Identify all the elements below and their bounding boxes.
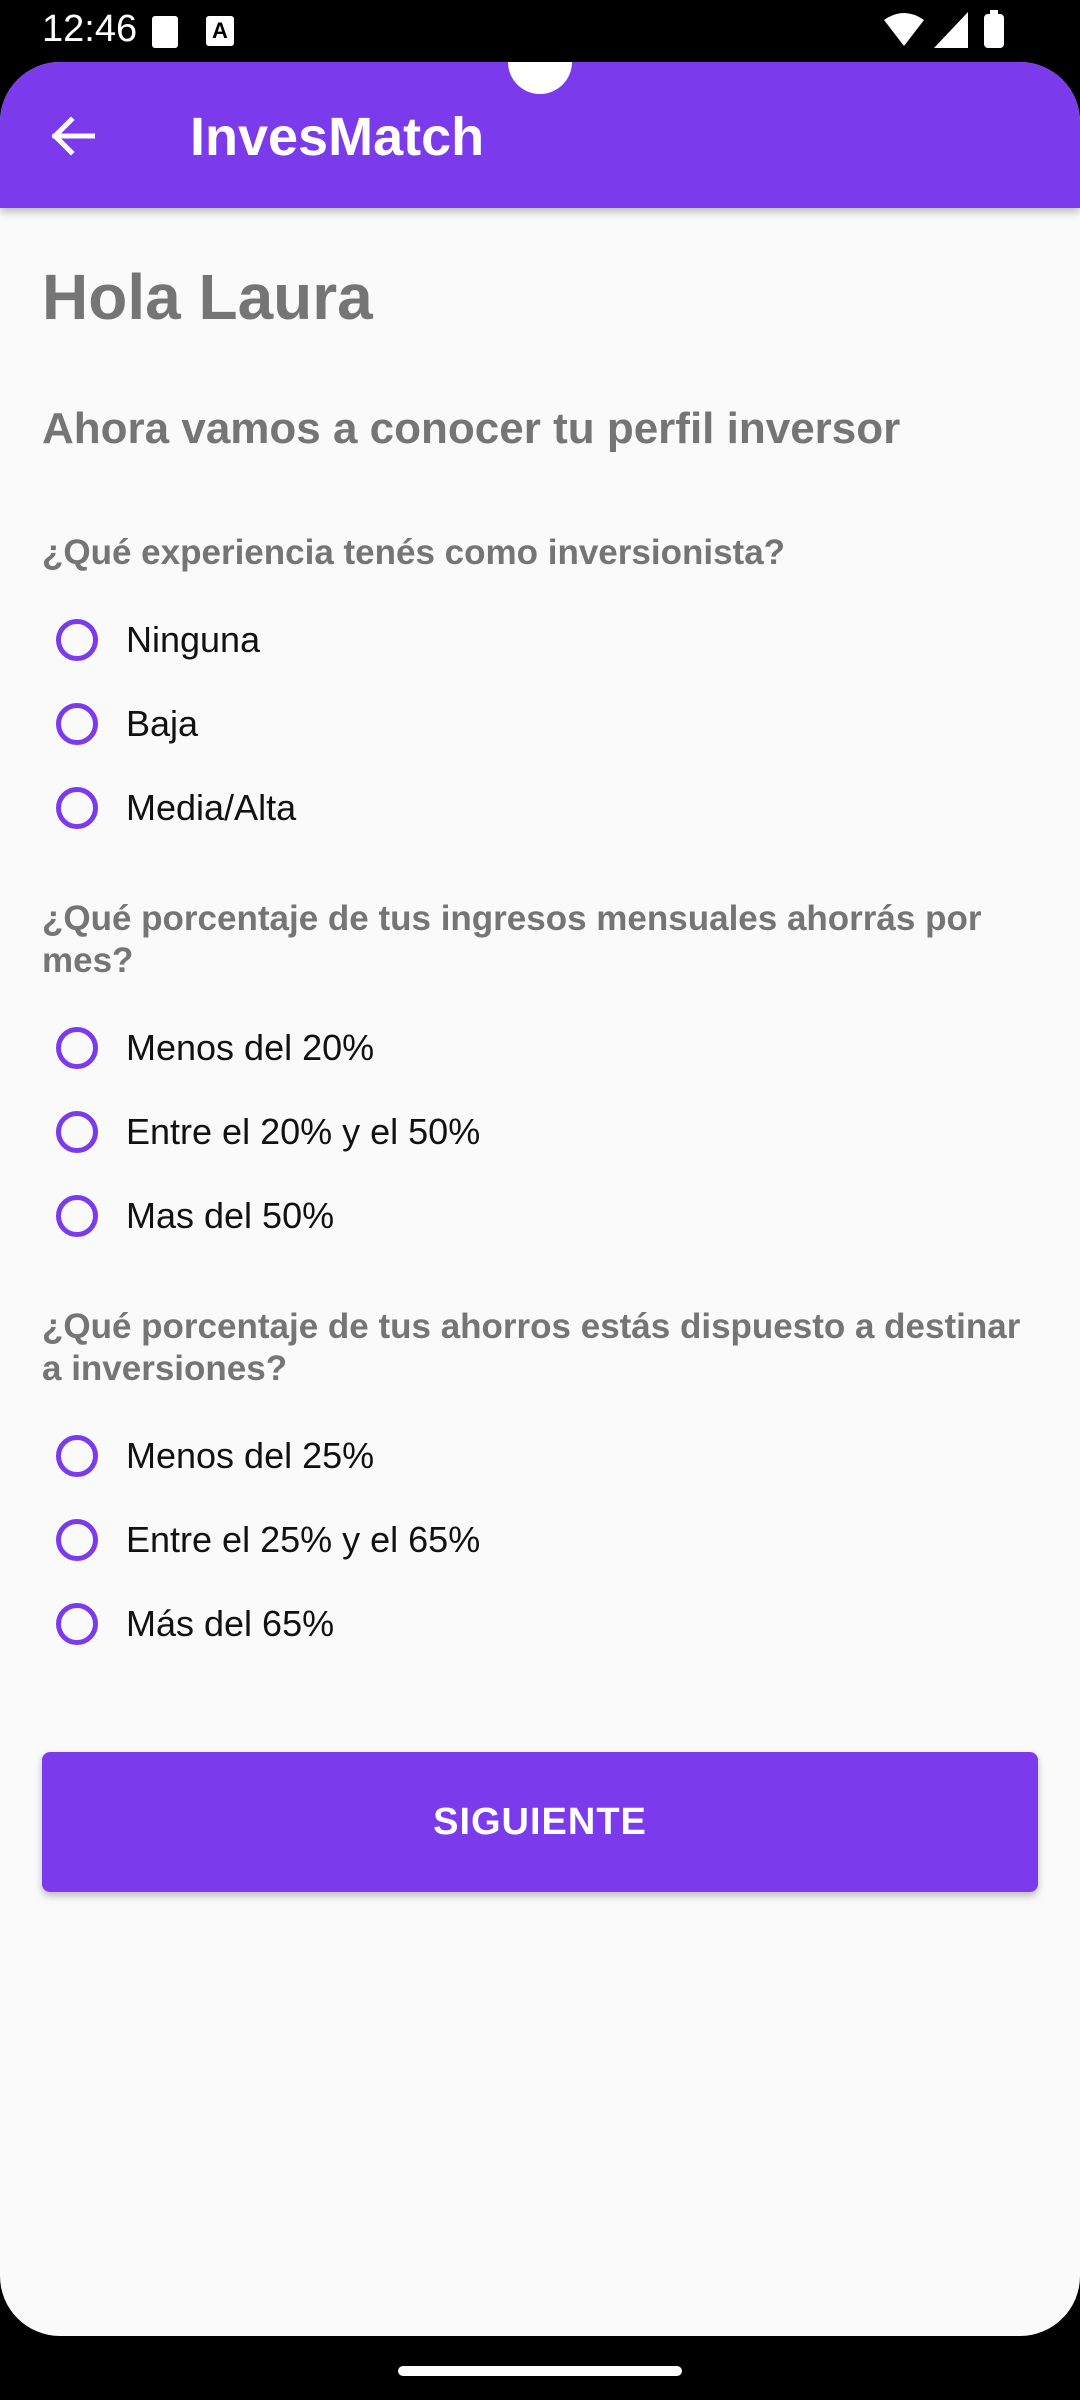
option-baja[interactable]: Baja [56,694,198,754]
home-indicator[interactable] [398,2366,682,2376]
radio-button[interactable] [56,1195,98,1237]
navigation-bar [0,2336,1080,2400]
back-button[interactable] [40,104,104,168]
option-label: Entre el 20% y el 50% [126,1111,481,1152]
option-label: Media/Alta [126,787,297,828]
option-mas-50[interactable]: Mas del 50% [56,1186,334,1246]
radio-button[interactable] [56,1435,98,1477]
app-title: InvesMatch [190,107,485,167]
greeting-heading: Hola Laura [42,261,373,333]
option-entre-25-65[interactable]: Entre el 25% y el 65% [56,1510,480,1570]
option-label: Baja [126,703,199,744]
option-media-alta[interactable]: Media/Alta [56,778,296,838]
radio-button[interactable] [56,619,98,661]
battery-icon [984,10,1004,48]
option-entre-20-50[interactable]: Entre el 20% y el 50% [56,1102,480,1162]
radio-button[interactable] [56,1111,98,1153]
sd-card-icon [152,16,178,48]
notification-a-icon: A [206,16,234,46]
arrow-back-icon [51,116,95,156]
next-button[interactable]: SIGUIENTE [42,1752,1038,1892]
status-bar: 12:46 A [0,0,1080,62]
phone-frame: 12:46 A InvesMatch Hola Laura Ahora vamo… [0,0,1080,2400]
question-savings-rate: ¿Qué porcentaje de tus ingresos mensuale… [42,899,982,980]
option-mas-65[interactable]: Más del 65% [56,1594,334,1654]
option-label: Menos del 20% [126,1027,375,1068]
page-subtitle: Ahora vamos a conocer tu perfil inversor [42,404,901,453]
option-label: Más del 65% [126,1603,335,1644]
option-label: Ninguna [126,619,261,660]
app-screen: InvesMatch Hola Laura Ahora vamos a cono… [0,62,1080,2336]
option-ninguna[interactable]: Ninguna [56,610,260,670]
radio-button[interactable] [56,1027,98,1069]
signal-icon [934,12,968,48]
radio-button[interactable] [56,703,98,745]
option-menos-20[interactable]: Menos del 20% [56,1018,374,1078]
radio-button[interactable] [56,1519,98,1561]
question-experience: ¿Qué experiencia tenés como inversionist… [42,533,786,572]
option-label: Mas del 50% [126,1195,335,1236]
option-label: Menos del 25% [126,1435,375,1476]
radio-button[interactable] [56,1603,98,1645]
wifi-icon [884,13,924,46]
radio-button[interactable] [56,787,98,829]
option-label: Entre el 25% y el 65% [126,1519,481,1560]
status-time: 12:46 [42,8,138,50]
question-investment-share: ¿Qué porcentaje de tus ahorros estás dis… [42,1307,1021,1388]
option-menos-25[interactable]: Menos del 25% [56,1426,374,1486]
